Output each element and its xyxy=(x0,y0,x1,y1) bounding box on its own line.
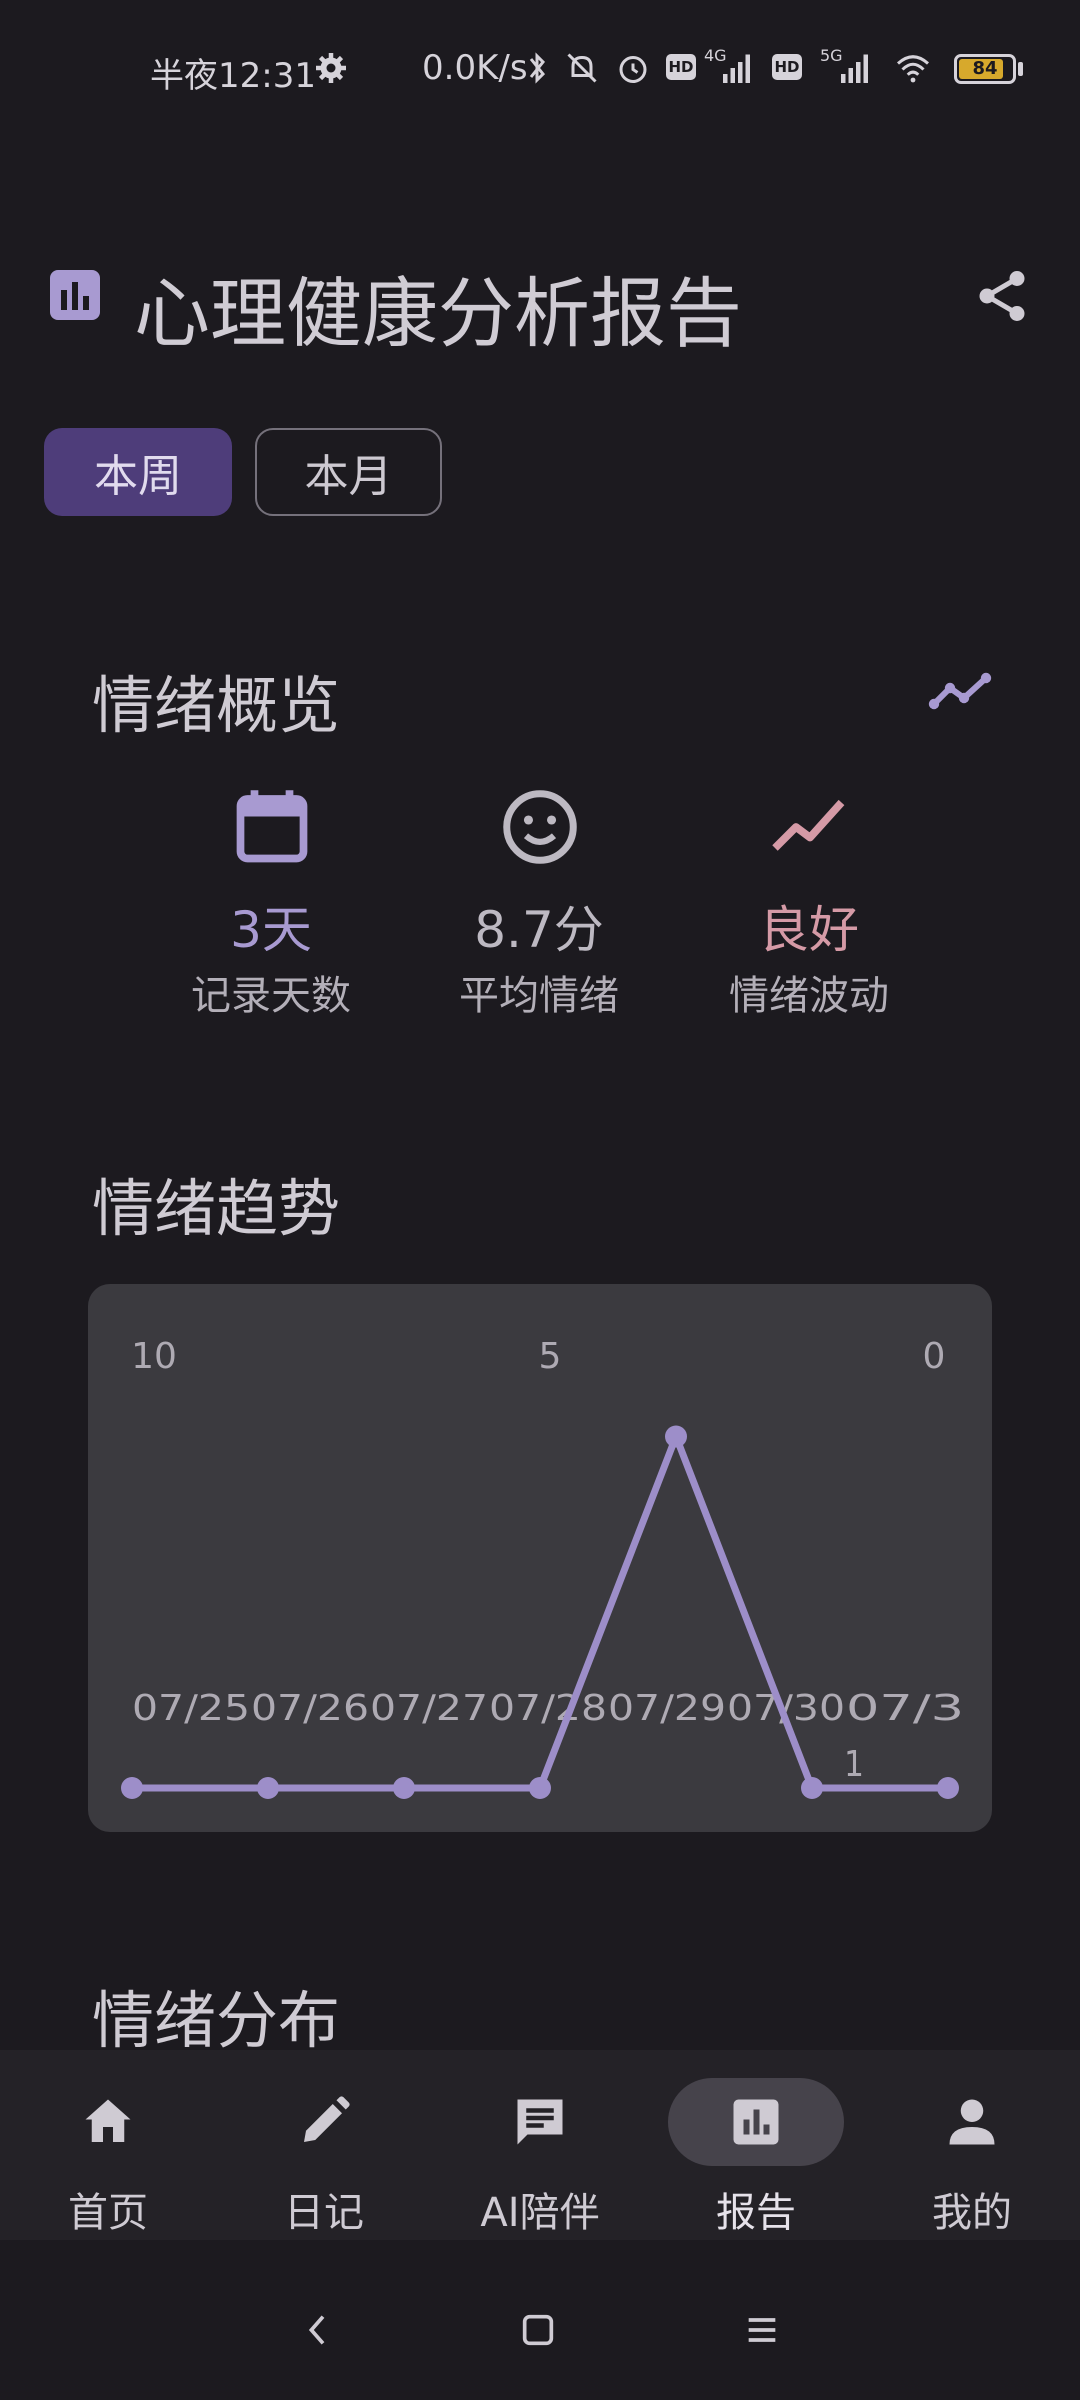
chat-icon xyxy=(517,2099,563,2145)
nav-item-report[interactable]: 报告 xyxy=(648,2050,864,2240)
hd-badge: HD xyxy=(666,54,696,80)
average-mood-label: 平均情绪 xyxy=(459,973,619,1019)
trend-data-point xyxy=(937,1777,959,1799)
nav-item-diary[interactable]: 日记 xyxy=(216,2050,432,2240)
share-icon[interactable] xyxy=(972,266,1032,326)
home-icon xyxy=(85,2099,131,2142)
gear-icon xyxy=(316,53,346,83)
mood-fluctuation-label: 情绪波动 xyxy=(729,973,889,1019)
x-tick-label: 1 xyxy=(844,1744,864,1785)
trend-data-point xyxy=(665,1425,687,1448)
nav-item-profile[interactable]: 我的 xyxy=(864,2050,1080,2240)
trend-chart: 10 5 0 07/25 07/26 07/27 07/28 07/29 07/30 07/31 xyxy=(121,1336,964,1799)
trend-chart-card: 10 5 0 07/25 07/26 07/27 07/28 07/29 07/30 07/3 1 xyxy=(88,1284,992,1832)
battery-tip xyxy=(1018,62,1023,76)
tab-this-week[interactable]: 本周 xyxy=(44,428,232,516)
wifi-icon xyxy=(896,55,930,83)
system-nav-bar xyxy=(0,2240,1080,2400)
signal-icon xyxy=(723,54,750,83)
person-icon xyxy=(949,2099,995,2145)
chart-line-icon[interactable] xyxy=(928,668,992,716)
y-tick-label: 0 xyxy=(923,1336,946,1377)
nav-label-home: 首页 xyxy=(68,2190,148,2236)
trend-series-line xyxy=(132,1433,948,1792)
trend-data-point xyxy=(393,1777,415,1799)
bell-muted-icon xyxy=(567,53,597,83)
battery-icon: 84 xyxy=(954,54,1016,84)
record-days-value: 3天 xyxy=(230,901,312,959)
menu-icon[interactable] xyxy=(742,2310,782,2350)
x-tick-label: 07/26 xyxy=(251,1688,369,1729)
pencil-icon xyxy=(304,2096,350,2142)
x-tick-label: 07/27 xyxy=(370,1688,488,1729)
nav-item-home[interactable]: 首页 xyxy=(0,2050,216,2240)
y-tick-label: 10 xyxy=(131,1336,177,1377)
trend-title: 情绪趋势 xyxy=(92,1172,341,1245)
x-tick-label: 07/28 xyxy=(489,1688,607,1729)
network-speed: 0.0K/s xyxy=(422,48,528,88)
status-time: 半夜12:31 xyxy=(150,56,316,96)
trend-data-point xyxy=(529,1777,551,1799)
hd-badge-2: HD xyxy=(772,54,802,80)
x-tick-label: 07/29 xyxy=(608,1688,726,1729)
home-square-icon[interactable] xyxy=(518,2310,558,2350)
distribution-title: 情绪分布 xyxy=(92,1984,341,2057)
nav-label-ai-companion: AI陪伴 xyxy=(480,2190,600,2236)
page-title: 心理健康分析报告 xyxy=(134,269,742,358)
trend-icon xyxy=(772,799,845,851)
trend-data-point xyxy=(121,1777,143,1799)
nav-label-profile: 我的 xyxy=(932,2190,1012,2236)
signal-icon-2 xyxy=(841,54,868,83)
average-mood-value: 8.7分 xyxy=(474,901,604,959)
nav-label-report: 报告 xyxy=(716,2190,796,2236)
tab-this-month[interactable]: 本月 xyxy=(255,428,442,516)
overview-title: 情绪概览 xyxy=(92,669,341,742)
bottom-nav: 首页 日记 AI陪伴 报告 我的 xyxy=(0,2050,1080,2240)
x-tick-label: 07/25 xyxy=(132,1688,250,1729)
smiley-icon xyxy=(503,790,577,864)
back-icon[interactable] xyxy=(298,2310,338,2350)
report-nav-icon xyxy=(733,2099,779,2145)
trend-data-point xyxy=(801,1777,823,1799)
status-bar: 半夜12:31 0.0K/s HD 4G HD 5G 84 xyxy=(0,0,1080,140)
mood-fluctuation-value: 良好 xyxy=(759,901,859,959)
alarm-icon xyxy=(619,56,647,83)
y-tick-label: 5 xyxy=(539,1336,562,1377)
report-icon xyxy=(50,270,100,320)
calendar-icon xyxy=(236,790,308,863)
x-tick-label: 07/3 xyxy=(846,1688,964,1729)
nav-item-ai-companion[interactable]: AI陪伴 xyxy=(432,2050,648,2240)
record-days-label: 记录天数 xyxy=(191,973,351,1019)
nav-label-diary: 日记 xyxy=(284,2190,364,2236)
bluetooth-icon xyxy=(529,52,546,84)
trend-data-point xyxy=(257,1777,279,1799)
battery-level: 84 xyxy=(972,58,998,79)
